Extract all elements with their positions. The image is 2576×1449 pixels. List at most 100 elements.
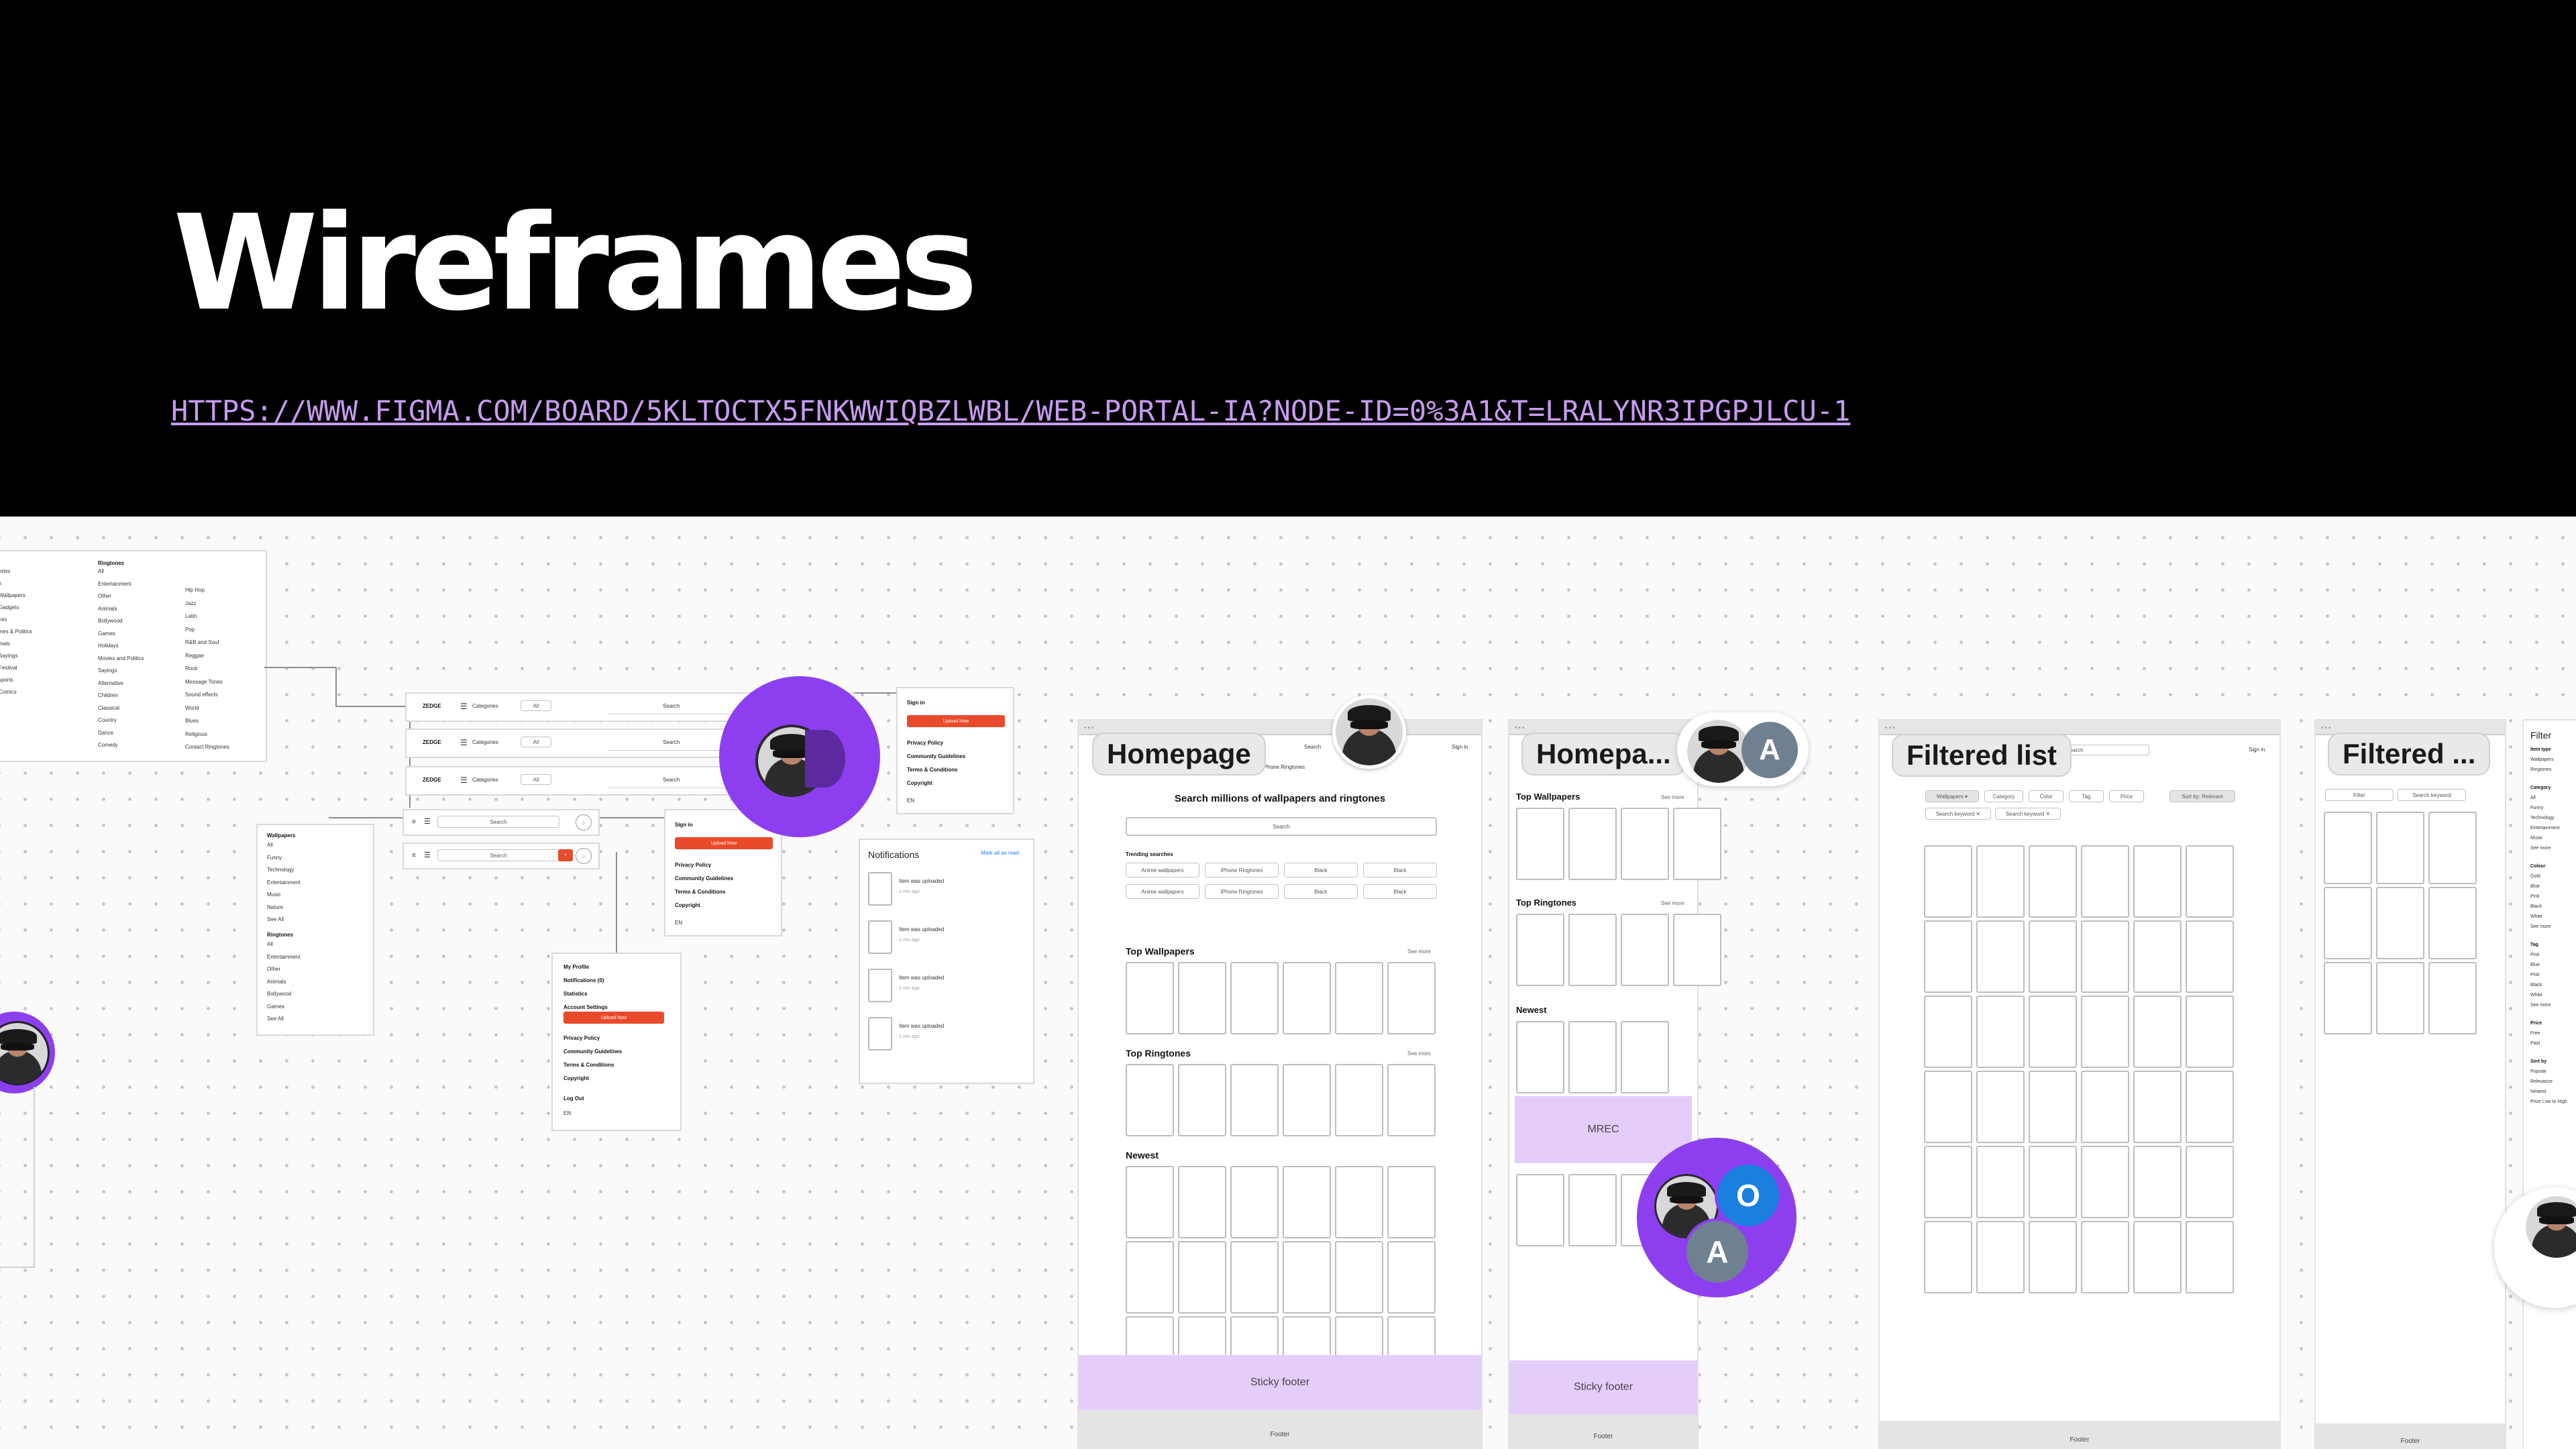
filter-chip[interactable]: Price — [2109, 790, 2144, 802]
content-tile[interactable] — [2029, 1071, 2077, 1143]
upload-button[interactable]: Upload Now — [907, 715, 1005, 727]
sitemap-item[interactable]: Sayings — [0, 653, 17, 659]
category-item[interactable]: Animals — [267, 979, 286, 985]
categories-menu[interactable]: Categories — [472, 777, 498, 783]
content-tile[interactable] — [1976, 996, 2025, 1068]
notification-text[interactable]: Item was uploaded — [899, 927, 944, 932]
content-tile[interactable] — [1387, 1241, 1436, 1313]
category-item[interactable]: Funny — [267, 855, 282, 861]
see-more-link[interactable]: See more — [1407, 1051, 1431, 1057]
content-tile[interactable] — [1976, 1071, 2025, 1143]
menu-link[interactable]: Privacy Policy — [907, 741, 943, 746]
filter-option[interactable]: Popular — [2530, 1069, 2546, 1074]
content-tile[interactable] — [1178, 1241, 1226, 1313]
menu-link[interactable]: Terms & Conditions — [907, 767, 957, 773]
site-logo[interactable]: ZEDGE — [423, 704, 441, 709]
content-tile[interactable] — [2186, 845, 2234, 918]
sitemap-item[interactable]: Latin — [185, 614, 197, 619]
hamburger-icon[interactable]: ☰ — [424, 852, 431, 859]
content-tile[interactable] — [1924, 996, 1972, 1068]
signin-link[interactable]: Sign in — [2249, 747, 2265, 753]
notification-text[interactable]: Item was uploaded — [899, 975, 944, 981]
content-tile[interactable] — [1126, 962, 1174, 1034]
search-button[interactable]: ⌕ — [558, 849, 573, 861]
profile-menu-item[interactable]: My Profile — [564, 965, 589, 970]
content-tile[interactable] — [1230, 1241, 1279, 1313]
filter-option[interactable]: Technology — [2530, 816, 2554, 820]
filter-chip[interactable]: Color — [2029, 790, 2063, 802]
content-tile[interactable] — [1568, 914, 1617, 986]
filter-option[interactable]: White — [2530, 993, 2542, 998]
search-input[interactable]: Search — [663, 740, 680, 745]
content-tile[interactable] — [1230, 1064, 1279, 1136]
sitemap-item[interactable]: Religious — [185, 731, 207, 737]
content-tile[interactable] — [1976, 1221, 2025, 1293]
hamburger-icon[interactable]: ☰ — [460, 776, 468, 784]
menu-link[interactable]: Terms & Conditions — [675, 890, 725, 895]
content-tile[interactable] — [1924, 845, 1972, 918]
menu-link[interactable]: Copyright — [564, 1076, 589, 1081]
filter-chip[interactable]: Wallpapers ▾ — [1925, 790, 1979, 802]
keyword-chip[interactable]: Search keyword ✕ — [1925, 808, 1991, 820]
filter-option[interactable]: Black — [2530, 904, 2542, 909]
category-item[interactable]: See All — [267, 917, 284, 922]
signin-label[interactable]: Sign in — [675, 822, 693, 828]
sitemap-item[interactable]: Comics — [0, 690, 17, 695]
sitemap-item[interactable]: Sound effects — [185, 692, 218, 698]
sitemap-item[interactable]: Message Tones — [185, 679, 223, 685]
category-item[interactable]: All — [267, 942, 273, 947]
content-tile[interactable] — [1283, 1064, 1331, 1136]
filter-option[interactable]: Gold — [2530, 874, 2540, 879]
menu-link[interactable]: Community Guidelines — [907, 754, 965, 759]
content-tile[interactable] — [1621, 1021, 1669, 1093]
search-input[interactable]: Search — [437, 816, 559, 828]
see-more-link[interactable]: See more — [1661, 900, 1684, 906]
filter-option[interactable]: Blue — [2530, 963, 2540, 967]
content-tile[interactable] — [1976, 1146, 2025, 1218]
trending-chip[interactable]: Black — [1284, 863, 1358, 877]
content-tile[interactable] — [1283, 1166, 1331, 1238]
trending-chip[interactable]: Anime wallpapers — [1126, 863, 1199, 877]
type-filter[interactable]: All — [521, 774, 551, 785]
content-tile[interactable] — [1283, 1241, 1331, 1313]
menu-icon[interactable]: ≡ — [412, 853, 416, 859]
hamburger-icon[interactable]: ☰ — [460, 739, 468, 747]
content-tile[interactable] — [2133, 845, 2182, 918]
sitemap-item[interactable]: Bollywood — [98, 619, 122, 624]
filter-option[interactable]: Entertainment — [2530, 826, 2560, 830]
filter-option[interactable]: Free — [2530, 1031, 2540, 1036]
sitemap-item[interactable]: Dance — [98, 730, 113, 736]
filter-option[interactable]: Pink — [2530, 953, 2540, 957]
filter-option[interactable]: White — [2530, 914, 2542, 919]
user-avatar-icon[interactable]: ☺ — [576, 848, 592, 864]
upload-button[interactable]: Upload Now — [675, 837, 773, 849]
content-tile[interactable] — [1387, 962, 1436, 1034]
collaborator-initial-avatar[interactable]: A — [1741, 722, 1798, 778]
content-tile[interactable] — [1126, 1166, 1174, 1238]
category-item[interactable]: Nature — [267, 904, 283, 910]
filter-option[interactable]: Black — [2530, 983, 2542, 987]
category-item[interactable]: Entertainment — [267, 879, 301, 885]
sitemap-item[interactable]: World — [185, 705, 199, 711]
content-tile[interactable] — [1178, 1166, 1226, 1238]
frame-label[interactable]: Filtered ... — [2328, 733, 2491, 775]
filter-chip[interactable]: Category — [1984, 790, 2023, 802]
signin-label[interactable]: Sign in — [907, 700, 925, 706]
content-tile[interactable] — [1516, 914, 1564, 986]
user-avatar-icon[interactable]: ☺ — [576, 814, 592, 830]
filter-chip[interactable]: Tag — [2069, 790, 2104, 802]
figma-canvas[interactable]: Ringtones ories s Wallpapers Gadgets ces ines… — [0, 517, 2576, 1449]
content-tile[interactable] — [2133, 1071, 2182, 1143]
filter-option[interactable]: Wallpapers — [2530, 757, 2554, 762]
language-selector[interactable]: EN — [675, 920, 682, 926]
content-tile[interactable] — [1126, 1064, 1174, 1136]
sitemap-item[interactable]: R&B and Soul — [185, 640, 219, 645]
trending-chip[interactable]: iPhone Ringtones — [1205, 884, 1279, 899]
filter-button[interactable]: Filter — [2325, 789, 2394, 801]
content-tile[interactable] — [2428, 812, 2477, 884]
content-tile[interactable] — [1568, 1174, 1617, 1246]
sitemap-item[interactable]: Pop — [185, 627, 195, 633]
sitemap-item[interactable]: Blues — [185, 718, 199, 724]
trending-chip[interactable]: Black — [1363, 884, 1437, 899]
content-tile[interactable] — [1568, 808, 1617, 880]
